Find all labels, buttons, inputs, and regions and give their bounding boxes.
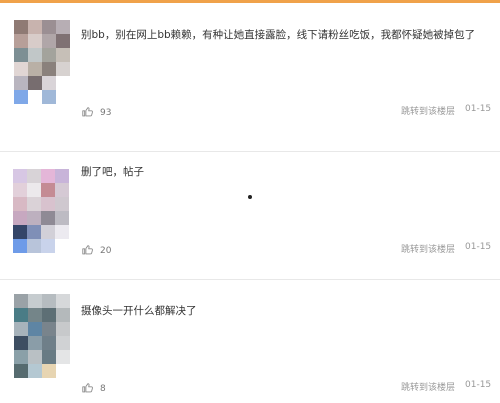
like-button[interactable]: 8 (81, 379, 106, 398)
avatar-pixel (42, 90, 56, 104)
avatar-pixel (28, 322, 42, 336)
avatar-pixel (28, 48, 42, 62)
like-count: 20 (100, 245, 112, 256)
avatar[interactable] (14, 294, 70, 378)
avatar-pixel (56, 350, 70, 364)
avatar-pixel (28, 294, 42, 308)
comment-item: 别bb，别在网上bb赖赖，有种让她直接露脸，线下请粉丝吃饭，我都怀疑她被掉包了 … (0, 0, 500, 150)
avatar-pixel (42, 62, 56, 76)
avatar-pixel (42, 34, 56, 48)
like-count: 93 (100, 107, 112, 118)
avatar[interactable] (13, 169, 69, 253)
jump-to-floor-link[interactable]: 跳转到该楼层 (401, 380, 455, 393)
comment-date: 01-15 (465, 242, 492, 252)
avatar-pixel (14, 294, 28, 308)
avatar-pixel (42, 48, 56, 62)
avatar-pixel (42, 350, 56, 364)
avatar-pixel (56, 62, 70, 76)
thumbs-up-icon (81, 103, 94, 122)
avatar-pixel (56, 336, 70, 350)
comment-item: 删了吧，帖子 20 跳转到该楼层 01-15 (0, 152, 500, 278)
avatar-pixel (14, 34, 28, 48)
thumbs-up-icon (81, 241, 94, 260)
comment-text: 摄像头一开什么都解决了 (81, 305, 197, 317)
avatar-pixel (13, 239, 27, 253)
comment-text: 别bb，别在网上bb赖赖，有种让她直接露脸，线下请粉丝吃饭，我都怀疑她被掉包了 (81, 29, 476, 41)
avatar-pixel (27, 211, 41, 225)
avatar-pixel (13, 183, 27, 197)
avatar-pixel (55, 225, 69, 239)
comment-date: 01-15 (465, 104, 492, 114)
comment-list-page: 别bb，别在网上bb赖赖，有种让她直接露脸，线下请粉丝吃饭，我都怀疑她被掉包了 … (0, 0, 500, 403)
avatar-pixel (55, 197, 69, 211)
avatar-pixel (56, 20, 70, 34)
avatar-pixel (28, 308, 42, 322)
avatar-pixel (13, 197, 27, 211)
avatar-pixel (42, 336, 56, 350)
avatar-pixel (14, 364, 28, 378)
thumbs-up-icon (81, 379, 94, 398)
avatar-pixel (56, 364, 70, 378)
avatar-pixel (42, 308, 56, 322)
avatar-pixel (28, 20, 42, 34)
avatar-pixel (56, 34, 70, 48)
avatar-pixel (14, 350, 28, 364)
avatar-pixel (27, 239, 41, 253)
avatar-pixel (55, 211, 69, 225)
avatar-pixel (56, 76, 70, 90)
avatar-pixel (14, 76, 28, 90)
avatar-pixel (56, 322, 70, 336)
avatar-pixel (28, 76, 42, 90)
jump-to-floor-link[interactable]: 跳转到该楼层 (401, 104, 455, 117)
avatar-pixel (28, 336, 42, 350)
avatar-pixel (14, 308, 28, 322)
avatar-pixel (56, 308, 70, 322)
comment-item: 摄像头一开什么都解决了 8 跳转到该楼层 01-15 (0, 280, 500, 403)
avatar-pixel (14, 90, 28, 104)
avatar-pixel (14, 322, 28, 336)
avatar-pixel (28, 34, 42, 48)
avatar-pixel (28, 350, 42, 364)
avatar-pixel (14, 20, 28, 34)
like-button[interactable]: 93 (81, 103, 111, 122)
avatar-pixel (13, 225, 27, 239)
avatar-pixel (27, 169, 41, 183)
avatar-pixel (41, 225, 55, 239)
avatar-pixel (13, 211, 27, 225)
avatar-pixel (55, 239, 69, 253)
avatar-pixel (41, 211, 55, 225)
avatar-pixel (27, 225, 41, 239)
avatar-pixel (56, 294, 70, 308)
avatar-pixel (42, 20, 56, 34)
avatar-pixel (28, 62, 42, 76)
avatar-pixel (14, 48, 28, 62)
avatar-pixel (56, 48, 70, 62)
comment-date: 01-15 (465, 380, 492, 390)
avatar-pixel (55, 183, 69, 197)
avatar-pixel (28, 364, 42, 378)
avatar-pixel (27, 197, 41, 211)
avatar[interactable] (14, 20, 70, 104)
comment-text: 删了吧，帖子 (81, 166, 144, 178)
avatar-pixel (41, 197, 55, 211)
avatar-pixel (28, 90, 42, 104)
avatar-pixel (41, 183, 55, 197)
avatar-pixel (42, 364, 56, 378)
avatar-pixel (42, 76, 56, 90)
avatar-pixel (14, 336, 28, 350)
avatar-pixel (41, 239, 55, 253)
avatar-pixel (41, 169, 55, 183)
like-count: 8 (100, 383, 106, 394)
avatar-pixel (13, 169, 27, 183)
like-button[interactable]: 20 (81, 241, 111, 260)
avatar-pixel (42, 294, 56, 308)
avatar-pixel (55, 169, 69, 183)
avatar-pixel (56, 90, 70, 104)
avatar-pixel (14, 62, 28, 76)
jump-to-floor-link[interactable]: 跳转到该楼层 (401, 242, 455, 255)
avatar-pixel (27, 183, 41, 197)
avatar-pixel (42, 322, 56, 336)
